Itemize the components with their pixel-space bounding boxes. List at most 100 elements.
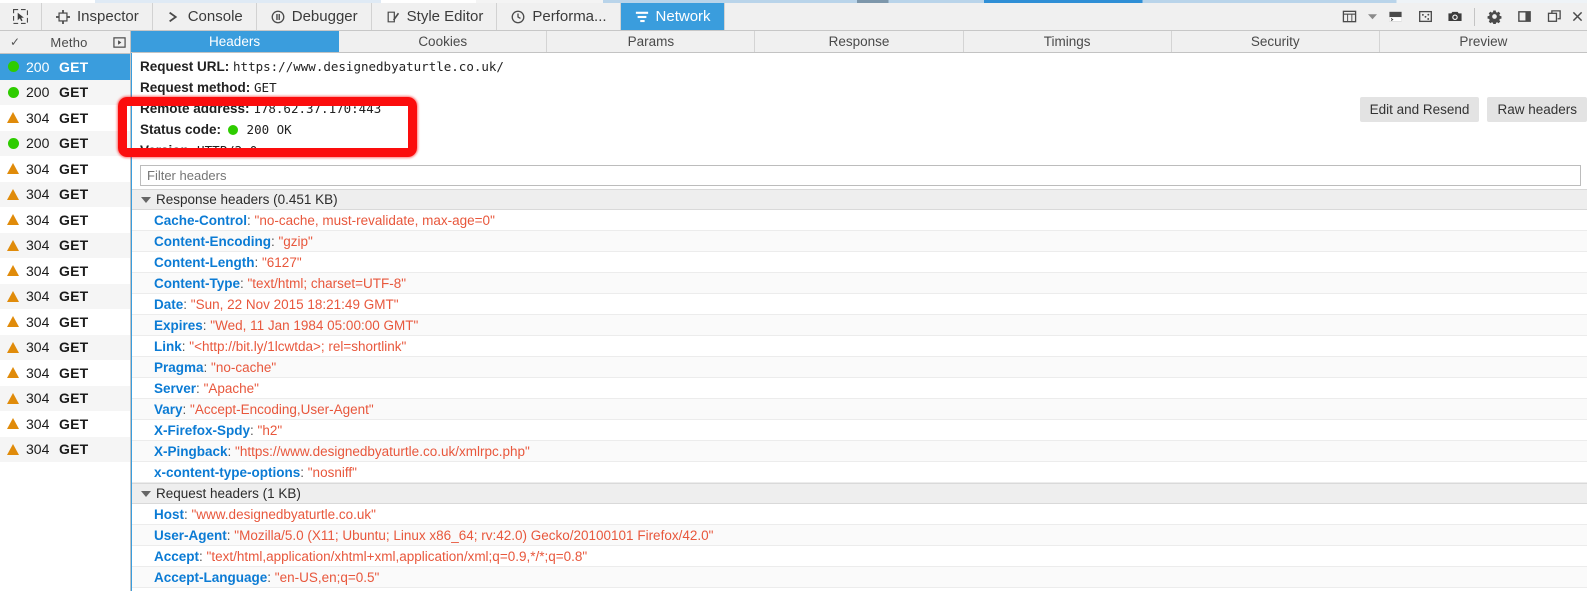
tab-network[interactable]: Network: [620, 3, 725, 30]
request-method: GET: [59, 84, 89, 101]
header-row[interactable]: Server: "Apache": [132, 378, 1587, 400]
edit-and-resend-button[interactable]: Edit and Resend: [1359, 97, 1480, 122]
header-row[interactable]: Date: "Sun, 22 Nov 2015 18:21:49 GMT": [132, 294, 1587, 316]
request-headers-section-header[interactable]: Request headers (1 KB): [132, 483, 1587, 505]
response-headers-section-header[interactable]: Response headers (0.451 KB): [132, 189, 1587, 211]
header-name: Expires: [154, 318, 203, 334]
request-row[interactable]: 304 GET: [0, 207, 130, 233]
close-icon[interactable]: [1569, 4, 1585, 30]
header-row[interactable]: Host: "www.designedbyaturtle.co.uk": [132, 504, 1587, 526]
filter-headers-input[interactable]: [140, 165, 1581, 187]
request-row[interactable]: 304 GET: [0, 105, 130, 131]
header-row[interactable]: Accept: "text/html,application/xhtml+xml…: [132, 546, 1587, 568]
header-value: "gzip": [278, 234, 313, 250]
header-row[interactable]: Pragma: "no-cache": [132, 357, 1587, 379]
request-status-code: 304: [26, 262, 50, 279]
tab-inspector-label: Inspector: [77, 8, 139, 25]
tab-debugger-label: Debugger: [291, 8, 358, 25]
settings-gear-icon[interactable]: [1479, 4, 1509, 30]
chevron-down-icon[interactable]: [1364, 4, 1380, 30]
header-row[interactable]: Vary: "Accept-Encoding,User-Agent": [132, 399, 1587, 421]
header-value: "h2": [257, 423, 283, 439]
header-row[interactable]: Expires: "Wed, 11 Jan 1984 05:00:00 GMT": [132, 315, 1587, 337]
request-list-empty-space: [0, 462, 130, 591]
dock-side-icon[interactable]: [1509, 4, 1539, 30]
header-colon: :: [254, 255, 262, 271]
header-row[interactable]: User-Agent: "Mozilla/5.0 (X11; Ubuntu; L…: [132, 525, 1587, 547]
request-status-code: 304: [26, 211, 50, 228]
request-row[interactable]: 304 GET: [0, 283, 130, 309]
separate-window-icon[interactable]: [1539, 4, 1569, 30]
detail-tab-timings[interactable]: Timings: [963, 31, 1172, 53]
element-picker-icon[interactable]: [0, 3, 42, 30]
detail-tab-params[interactable]: Params: [547, 31, 756, 53]
request-headers-title: Request headers (1 KB): [156, 486, 301, 502]
request-row[interactable]: 304 GET: [0, 385, 130, 411]
remote-address-label: Remote address:: [140, 101, 250, 117]
header-value: "no-cache": [211, 360, 277, 376]
tab-inspector[interactable]: Inspector: [42, 3, 153, 30]
detail-tab-security[interactable]: Security: [1171, 31, 1380, 53]
twisty-expanded-icon[interactable]: [141, 196, 151, 203]
request-row[interactable]: 304 GET: [0, 258, 130, 284]
detail-tab-response[interactable]: Response: [755, 31, 964, 53]
request-row[interactable]: 200 GET: [0, 79, 130, 105]
version-value: HTTP/2.0: [197, 143, 258, 159]
request-method-value: GET: [254, 80, 277, 96]
tab-style-editor[interactable]: Style Editor: [371, 3, 498, 30]
responsive-design-mode-icon[interactable]: [1334, 4, 1364, 30]
request-row[interactable]: 304 GET: [0, 181, 130, 207]
status-warning-triangle-icon: [0, 392, 26, 404]
request-row[interactable]: 304 GET: [0, 309, 130, 335]
request-row[interactable]: 304 GET: [0, 156, 130, 182]
request-method: GET: [59, 186, 89, 203]
header-row[interactable]: Content-Encoding: "gzip": [132, 231, 1587, 253]
header-row[interactable]: x-content-type-options: "nosniff": [132, 462, 1587, 484]
header-row[interactable]: Accept-Language: "en-US,en;q=0.5": [132, 567, 1587, 589]
column-header-method[interactable]: Metho: [30, 35, 108, 50]
request-url-label: Request URL:: [140, 59, 230, 75]
header-value: "en-US,en;q=0.5": [274, 570, 380, 586]
request-status-code: 304: [26, 441, 50, 458]
tab-performance[interactable]: Performa...: [497, 3, 621, 30]
eyedropper-icon[interactable]: [1410, 4, 1440, 30]
request-method: GET: [59, 339, 89, 356]
network-panel-body: ✓ Metho 200 GET 200 GET 304 GET 200 GET 304 GET 30…: [0, 31, 1587, 591]
column-picker-icon[interactable]: [108, 36, 130, 49]
header-value: "text/html; charset=UTF-8": [247, 276, 407, 292]
request-row[interactable]: 304 GET: [0, 436, 130, 462]
request-method: GET: [59, 109, 89, 126]
request-row[interactable]: 304 GET: [0, 334, 130, 360]
header-row[interactable]: X-Pingback: "https://www.designedbyaturt…: [132, 441, 1587, 463]
status-code-label: Status code:: [140, 122, 222, 138]
header-row[interactable]: Content-Type: "text/html; charset=UTF-8": [132, 273, 1587, 295]
request-row[interactable]: 200 GET: [0, 54, 130, 80]
header-row[interactable]: Content-Length: "6127": [132, 252, 1587, 274]
twisty-expanded-icon[interactable]: [141, 490, 151, 497]
header-colon: :: [300, 465, 308, 481]
header-name: Content-Length: [154, 255, 255, 271]
tab-debugger[interactable]: Debugger: [256, 3, 372, 30]
request-row[interactable]: 200 GET: [0, 130, 130, 156]
header-row[interactable]: Link: "<http://bit.ly/1lcwtda>; rel=shor…: [132, 336, 1587, 358]
split-console-icon[interactable]: [1380, 4, 1410, 30]
header-value: "Mozilla/5.0 (X11; Ubuntu; Linux x86_64;…: [234, 528, 714, 544]
request-list-header: ✓ Metho: [0, 31, 130, 54]
filter-headers-wrapper: [132, 161, 1587, 189]
detail-tab-preview[interactable]: Preview: [1379, 31, 1587, 53]
request-row[interactable]: 304 GET: [0, 411, 130, 437]
screenshot-camera-icon[interactable]: [1440, 4, 1470, 30]
header-row[interactable]: X-Firefox-Spdy: "h2": [132, 420, 1587, 442]
request-row[interactable]: 304 GET: [0, 232, 130, 258]
header-colon: :: [183, 297, 191, 313]
request-row[interactable]: 304 GET: [0, 360, 130, 386]
header-value: "Sun, 22 Nov 2015 18:21:49 GMT": [190, 297, 399, 313]
header-value: "Apache": [203, 381, 259, 397]
detail-tab-headers[interactable]: Headers: [131, 31, 340, 53]
tab-console[interactable]: Console: [152, 3, 257, 30]
detail-tab-cookies[interactable]: Cookies: [339, 31, 548, 53]
raw-headers-button[interactable]: Raw headers: [1487, 97, 1587, 122]
header-row[interactable]: Cache-Control: "no-cache, must-revalidat…: [132, 210, 1587, 232]
inspector-icon: [55, 9, 71, 25]
debugger-icon: [270, 9, 286, 25]
